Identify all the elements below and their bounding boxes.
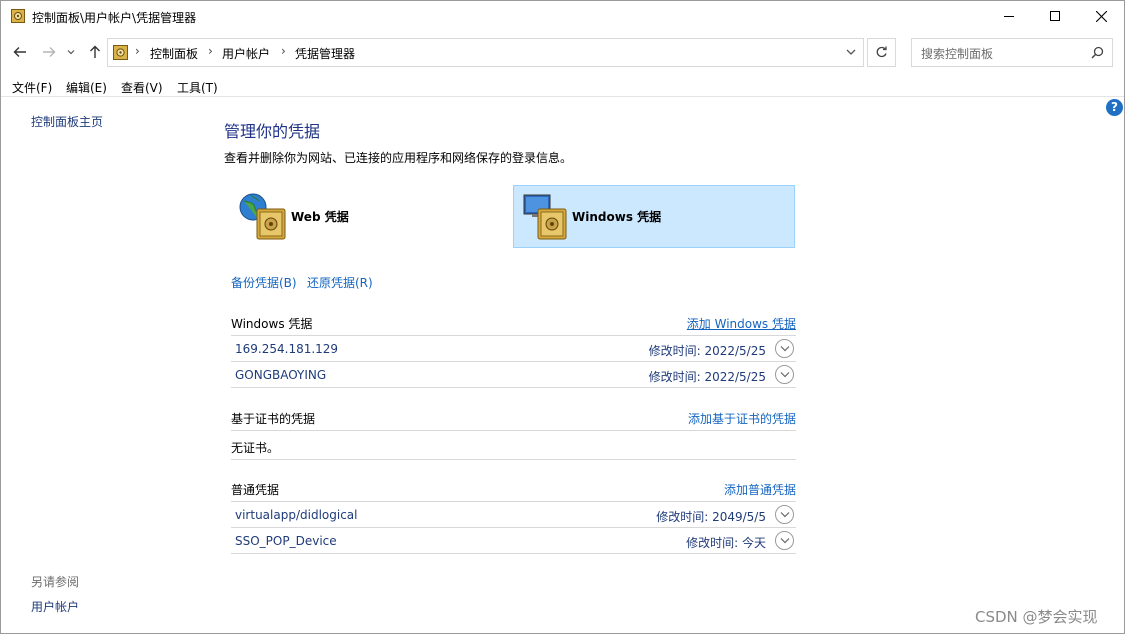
generic-credentials-section-header: 普通凭据 添加普通凭据 xyxy=(231,476,796,502)
certificate-credentials-section-header: 基于证书的凭据 添加基于证书的凭据 xyxy=(231,405,796,431)
windows-credentials-label: Windows 凭据 xyxy=(572,210,662,224)
credential-modified-time: 修改时间: 2022/5/25 xyxy=(648,344,766,358)
maximize-button[interactable] xyxy=(1032,1,1078,31)
expand-button[interactable] xyxy=(775,365,794,384)
credential-name: virtualapp/didlogical xyxy=(235,508,358,522)
control-panel-icon xyxy=(113,45,128,60)
close-button[interactable] xyxy=(1078,1,1124,31)
no-certificates-text: 无证书。 xyxy=(231,441,280,455)
breadcrumb-separator: › xyxy=(208,44,213,58)
refresh-icon xyxy=(876,46,887,58)
breadcrumb-control-panel[interactable]: 控制面板 xyxy=(150,45,198,62)
see-also-heading: 另请参阅 xyxy=(31,575,80,589)
close-icon xyxy=(1095,10,1107,22)
backup-credentials-link[interactable]: 备份凭据(B) xyxy=(231,274,297,291)
address-dropdown-icon[interactable] xyxy=(845,46,857,58)
credential-modified-time: 修改时间: 今天 xyxy=(686,536,766,550)
search-icon[interactable] xyxy=(1091,46,1104,59)
control-panel-home-link[interactable]: 控制面板主页 xyxy=(31,113,103,130)
minimize-button[interactable] xyxy=(986,1,1032,31)
credential-row[interactable]: SSO_POP_Device 修改时间: 今天 xyxy=(231,528,796,554)
credential-row[interactable]: 169.254.181.129 修改时间: 2022/5/25 xyxy=(231,336,796,362)
chevron-down-icon xyxy=(780,372,789,378)
breadcrumb-user-accounts[interactable]: 用户帐户 xyxy=(222,45,270,62)
credential-manager-window: 控制面板\用户帐户\凭据管理器 › 控制面板 › 用户帐户 › 凭据管理器 搜索… xyxy=(0,0,1125,634)
add-certificate-credential-link[interactable]: 添加基于证书的凭据 xyxy=(688,410,796,427)
breadcrumb-credential-manager[interactable]: 凭据管理器 xyxy=(295,45,355,62)
title-bar: 控制面板\用户帐户\凭据管理器 xyxy=(1,1,1124,32)
arrow-left-icon xyxy=(13,47,26,57)
windows-credentials-icon xyxy=(523,194,567,239)
window-title: 控制面板\用户帐户\凭据管理器 xyxy=(32,11,197,25)
web-credentials-tile[interactable]: Web 凭据 xyxy=(233,185,511,248)
credential-name: 169.254.181.129 xyxy=(235,342,339,356)
menu-edit[interactable]: 编辑(E) xyxy=(66,79,107,96)
windows-credentials-tile[interactable]: Windows 凭据 xyxy=(513,185,795,248)
up-button[interactable] xyxy=(85,41,105,63)
user-accounts-link[interactable]: 用户帐户 xyxy=(31,598,79,615)
chevron-down-icon xyxy=(67,50,75,55)
certificate-credentials-section-title: 基于证书的凭据 xyxy=(231,412,316,426)
add-windows-credential-link[interactable]: 添加 Windows 凭据 xyxy=(687,315,796,332)
no-certificates-row: 无证书。 xyxy=(231,433,796,460)
credential-row[interactable]: virtualapp/didlogical 修改时间: 2049/5/5 xyxy=(231,502,796,528)
windows-credentials-section-header: Windows 凭据 添加 Windows 凭据 xyxy=(231,310,796,336)
menu-tools[interactable]: 工具(T) xyxy=(177,79,218,96)
search-box[interactable]: 搜索控制面板 xyxy=(911,38,1113,67)
credential-modified-time: 修改时间: 2022/5/25 xyxy=(648,370,766,384)
menu-file[interactable]: 文件(F) xyxy=(12,79,52,96)
web-credentials-label: Web 凭据 xyxy=(291,210,349,224)
minimize-icon xyxy=(1004,16,1014,17)
page-description: 查看并删除你为网站、已连接的应用程序和网络保存的登录信息。 xyxy=(224,151,573,165)
windows-credentials-section-title: Windows 凭据 xyxy=(231,317,313,331)
breadcrumb-separator: › xyxy=(281,44,286,58)
refresh-button[interactable] xyxy=(867,38,896,67)
back-button[interactable] xyxy=(10,41,30,63)
maximize-icon xyxy=(1050,11,1060,21)
arrow-right-icon xyxy=(43,47,56,57)
breadcrumb-separator: › xyxy=(135,44,140,58)
forward-button[interactable] xyxy=(39,41,59,63)
expand-button[interactable] xyxy=(775,339,794,358)
add-generic-credential-link[interactable]: 添加普通凭据 xyxy=(724,481,796,498)
arrow-up-icon xyxy=(90,45,100,58)
help-icon[interactable]: ? xyxy=(1106,99,1123,116)
credential-row[interactable]: GONGBAOYING 修改时间: 2022/5/25 xyxy=(231,362,796,388)
restore-credentials-link[interactable]: 还原凭据(R) xyxy=(307,274,373,291)
search-input[interactable]: 搜索控制面板 xyxy=(921,45,993,62)
credential-name: SSO_POP_Device xyxy=(235,534,337,548)
credential-name: GONGBAOYING xyxy=(235,368,327,382)
expand-button[interactable] xyxy=(775,505,794,524)
generic-credentials-section-title: 普通凭据 xyxy=(231,483,280,497)
chevron-down-icon xyxy=(780,538,789,544)
credential-manager-icon xyxy=(11,9,25,23)
recent-locations-button[interactable] xyxy=(64,41,78,63)
web-credentials-icon xyxy=(239,193,286,239)
chevron-down-icon xyxy=(780,346,789,352)
menu-bar: 文件(F) 编辑(E) 查看(V) 工具(T) xyxy=(1,76,1124,97)
expand-button[interactable] xyxy=(775,531,794,550)
address-bar[interactable]: › 控制面板 › 用户帐户 › 凭据管理器 xyxy=(107,38,864,67)
page-title: 管理你的凭据 xyxy=(224,122,321,141)
menu-view[interactable]: 查看(V) xyxy=(121,79,163,96)
chevron-down-icon xyxy=(780,512,789,518)
credential-modified-time: 修改时间: 2049/5/5 xyxy=(656,510,766,524)
watermark: CSDN @梦会实现 xyxy=(975,608,1098,626)
